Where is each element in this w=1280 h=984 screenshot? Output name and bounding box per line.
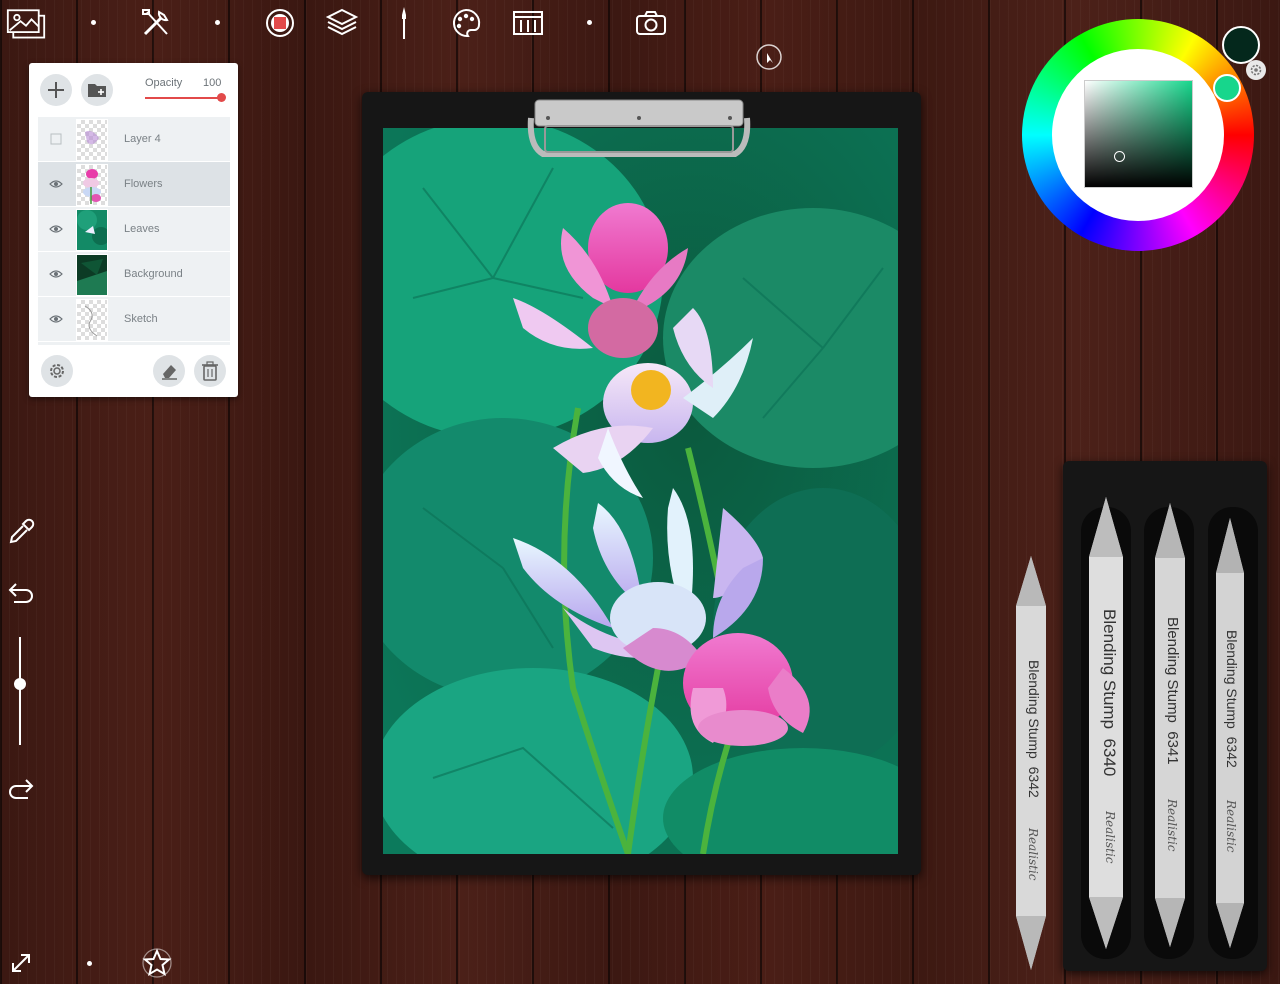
lotus-painting <box>383 128 898 854</box>
stump-brand-logo: Realistic <box>1224 800 1238 853</box>
stump-number: 6342 <box>1026 766 1042 798</box>
saturation-value-picker[interactable] <box>1114 151 1125 162</box>
layer-row-leaves[interactable]: Leaves <box>38 207 230 252</box>
layer-thumbnail <box>76 209 108 251</box>
stump-name: Blending Stump <box>1224 630 1240 729</box>
eye-icon[interactable] <box>48 221 64 237</box>
brush-size-slider-knob[interactable] <box>14 678 26 690</box>
redo-icon[interactable] <box>4 772 38 806</box>
brush-icon[interactable] <box>384 4 424 42</box>
layer-name: Flowers <box>124 178 163 190</box>
brush-size-slider[interactable] <box>19 637 21 745</box>
saturation-value-square[interactable] <box>1084 80 1193 188</box>
eyedropper-icon[interactable] <box>4 515 38 549</box>
add-layer-button[interactable] <box>40 74 72 106</box>
palette-icon[interactable] <box>446 4 486 42</box>
drawing-canvas[interactable] <box>383 128 898 854</box>
toolbar-separator-dot <box>587 20 592 25</box>
stump-label: Blending Stump 6342 <box>1224 630 1240 768</box>
trash-icon <box>202 361 218 381</box>
toolbar-separator-dot <box>87 961 92 966</box>
reference-icon[interactable] <box>508 4 548 42</box>
stump-brand-logo: Realistic <box>1026 828 1040 881</box>
gear-icon <box>1250 64 1262 76</box>
layer-name: Background <box>124 268 183 280</box>
layer-row-flowers[interactable]: Flowers <box>38 162 230 207</box>
add-folder-button[interactable] <box>81 74 113 106</box>
stump-label: Blending Stump 6341 <box>1164 617 1181 765</box>
layer-name: Leaves <box>124 223 160 235</box>
eye-icon[interactable] <box>48 266 64 282</box>
clear-layer-button[interactable] <box>153 355 185 387</box>
camera-icon[interactable] <box>631 4 671 42</box>
stump-name: Blending Stump <box>1100 609 1119 730</box>
opacity-label: Opacity <box>145 77 183 89</box>
color-settings-button[interactable] <box>1246 60 1266 80</box>
fullscreen-icon[interactable] <box>4 946 38 980</box>
blending-stump-6342[interactable]: Blending Stump 6342 Realistic <box>1212 518 1248 948</box>
blending-stump-6340[interactable]: Blending Stump 6340 Realistic <box>1085 497 1127 949</box>
opacity-value: 100 <box>203 77 222 89</box>
layer-name: Sketch <box>124 313 158 325</box>
cursor-icon[interactable] <box>755 43 783 71</box>
stump-number: 6340 <box>1100 738 1119 777</box>
toolbar-separator-dot <box>91 20 96 25</box>
layers-icon[interactable] <box>322 4 362 42</box>
undo-icon[interactable] <box>4 576 38 610</box>
layer-row-layer-4[interactable]: Layer 4 <box>38 117 230 162</box>
stump-label: Blending Stump 6340 <box>1099 609 1119 776</box>
clipboard-clip <box>527 99 751 157</box>
layer-thumbnail <box>76 119 108 161</box>
stump-brand-logo: Realistic <box>1165 799 1179 852</box>
hue-picker[interactable] <box>1213 74 1241 102</box>
eye-icon[interactable] <box>48 311 64 327</box>
eye-icon[interactable] <box>48 176 64 192</box>
layer-name: Layer 4 <box>124 133 161 145</box>
stump-number: 6342 <box>1224 736 1240 768</box>
toolbar-separator-dot <box>215 20 220 25</box>
stump-label: Blending Stump 6342 <box>1026 660 1042 798</box>
opacity-slider[interactable] <box>145 97 223 99</box>
gear-icon <box>50 364 64 378</box>
blending-stump-6341[interactable]: Blending Stump 6341 Realistic <box>1151 503 1189 947</box>
layer-list: Layer 4 Flowers Leaves Background Sketch <box>38 117 230 345</box>
eraser-icon <box>162 365 177 380</box>
stump-brand-logo: Realistic <box>1103 811 1117 864</box>
stump-name: Blending Stump <box>1026 660 1042 759</box>
tools-icon[interactable] <box>136 4 176 42</box>
favorites-star-icon[interactable] <box>140 946 174 980</box>
layer-row-sketch[interactable]: Sketch <box>38 297 230 342</box>
folder-add-icon <box>88 84 106 97</box>
layer-thumbnail <box>76 254 108 296</box>
current-color-swatch[interactable] <box>1222 26 1260 64</box>
gallery-icon[interactable] <box>6 4 46 42</box>
opacity-slider-knob[interactable] <box>217 93 226 102</box>
record-icon[interactable] <box>260 4 300 42</box>
stump-number: 6341 <box>1164 731 1181 765</box>
stump-name: Blending Stump <box>1164 617 1181 723</box>
layer-thumbnail <box>76 164 108 206</box>
plus-icon <box>48 82 64 98</box>
delete-layer-button[interactable] <box>194 355 226 387</box>
visibility-off-icon[interactable] <box>48 131 64 147</box>
layer-row-background[interactable]: Background <box>38 252 230 297</box>
blending-stump-6342-loose[interactable]: Blending Stump 6342 Realistic <box>1012 556 1050 970</box>
layer-thumbnail <box>76 299 108 341</box>
layer-settings-button[interactable] <box>41 355 73 387</box>
layers-panel: Opacity 100 Layer 4 Flowers Leaves Backg… <box>29 63 238 397</box>
